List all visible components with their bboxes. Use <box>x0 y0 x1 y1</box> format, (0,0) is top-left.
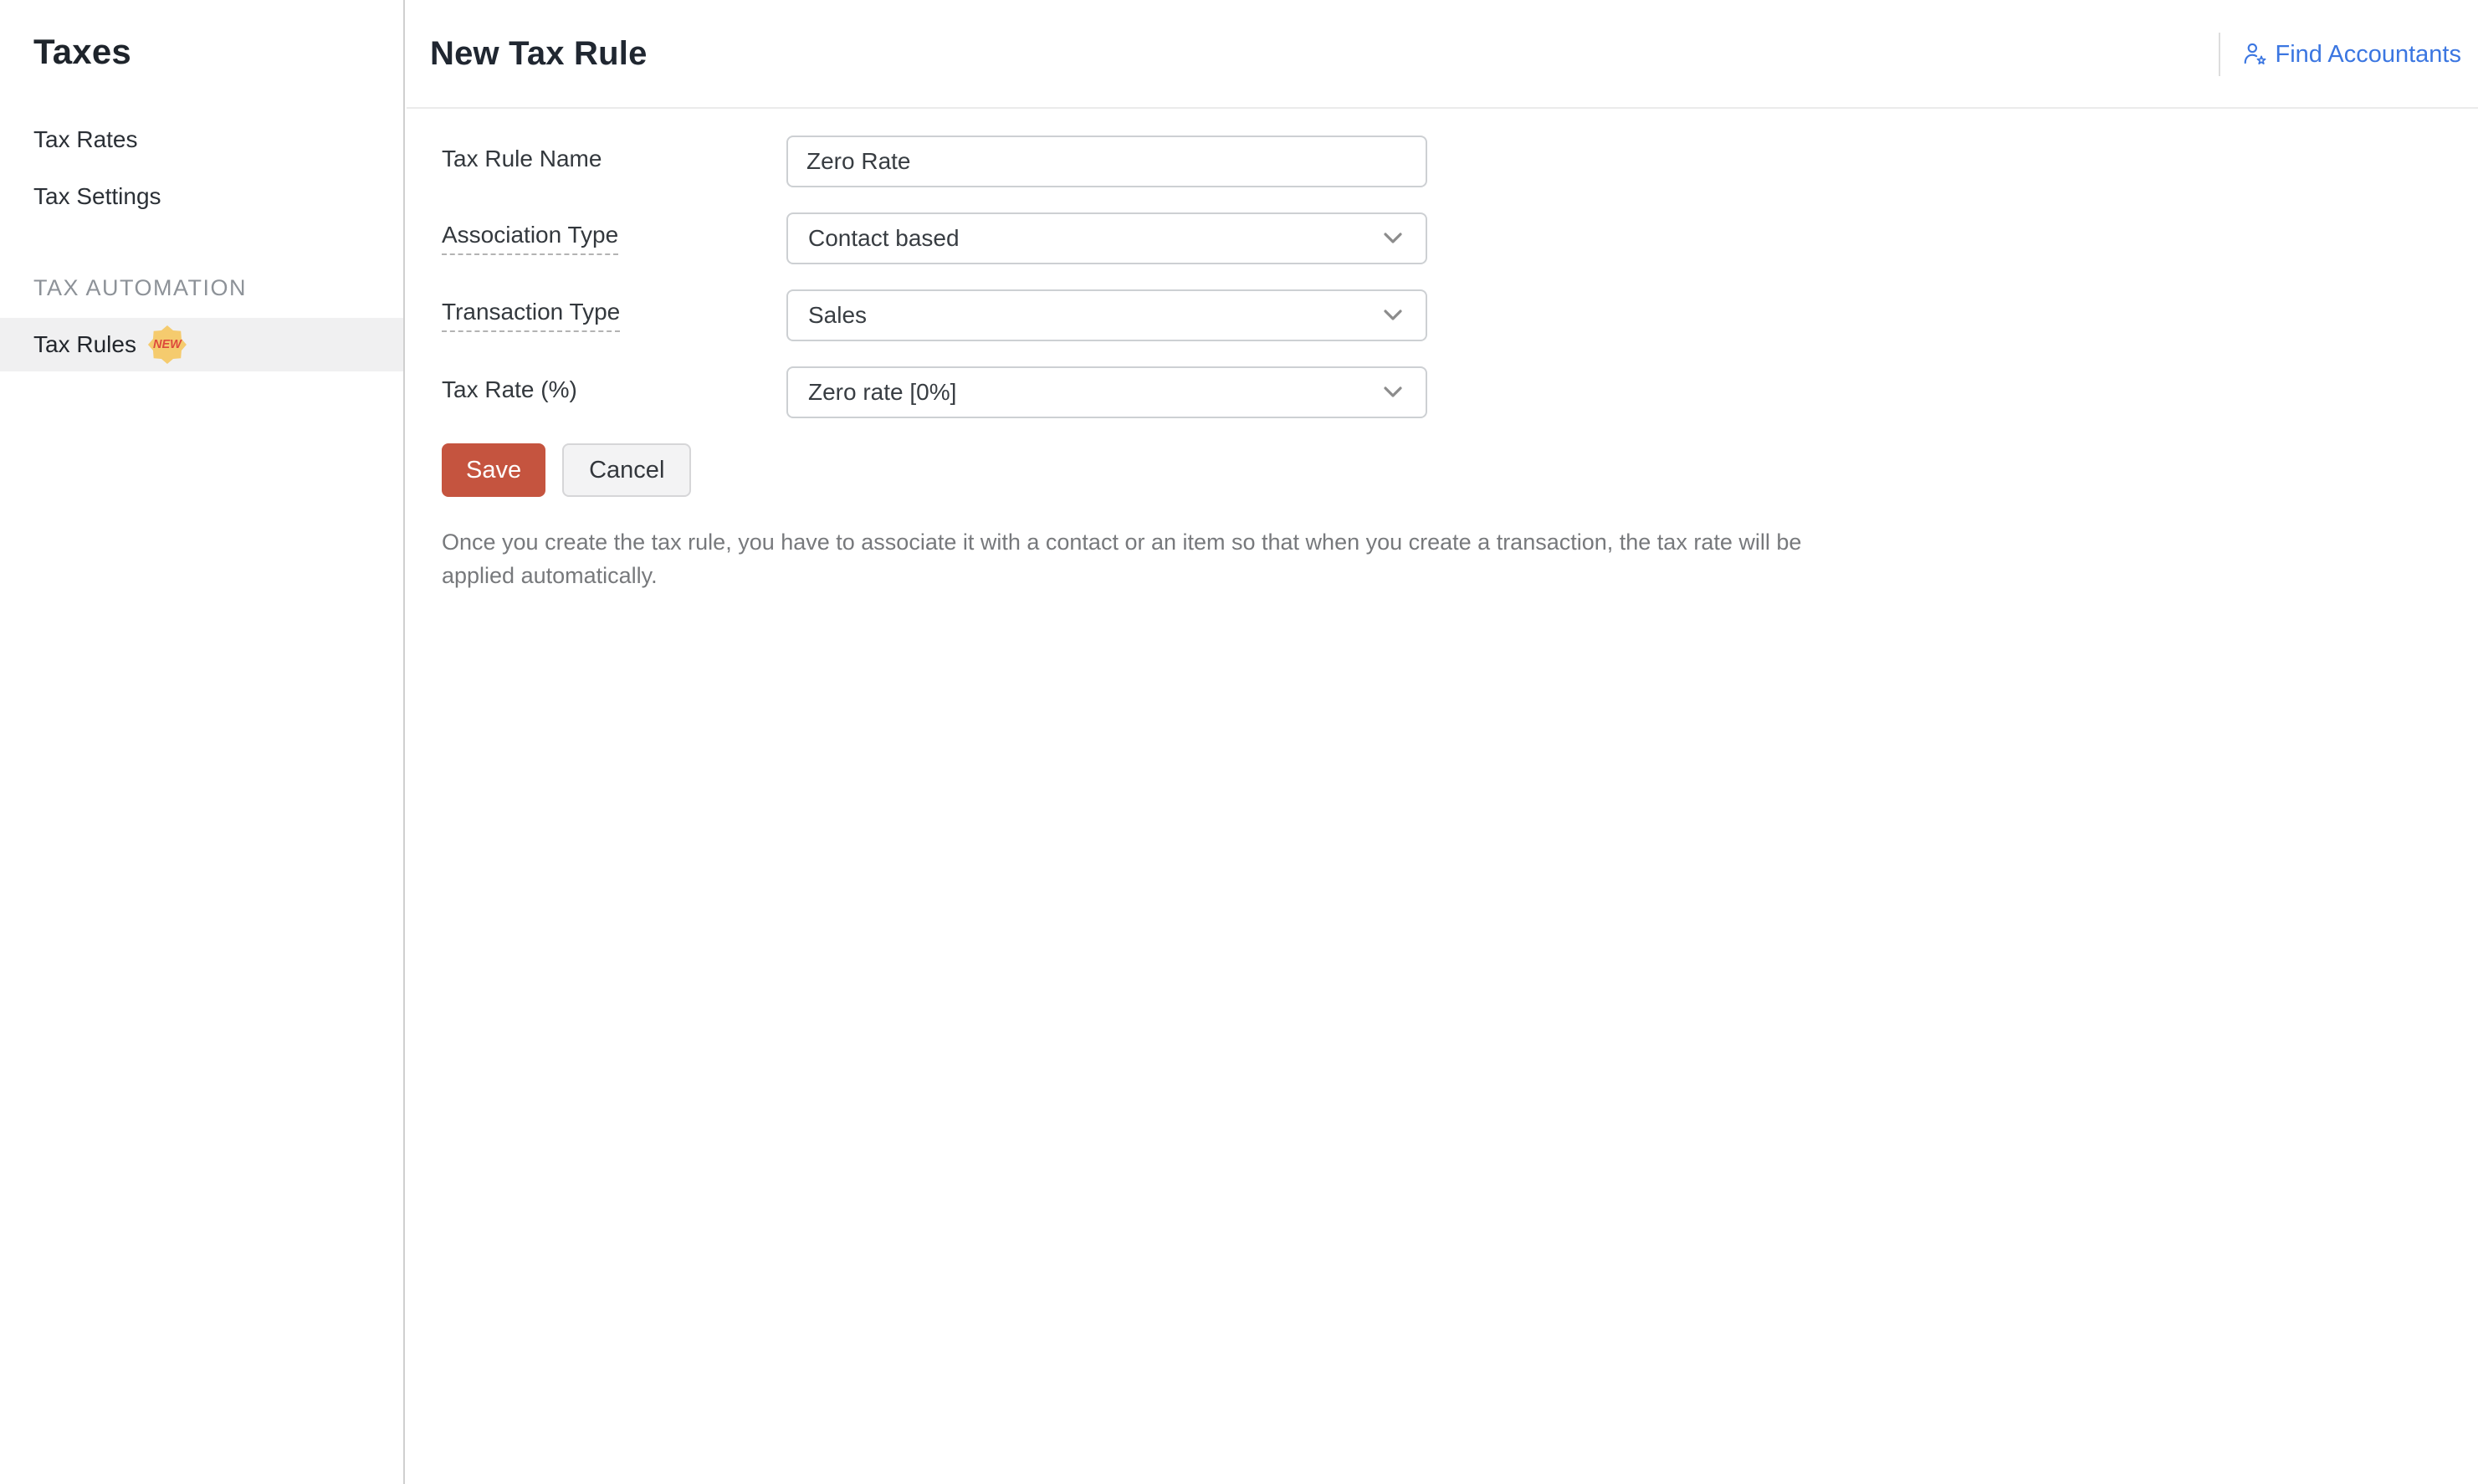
sidebar-item-tax-rates[interactable]: Tax Rates <box>0 111 403 168</box>
form-row-transaction-type: Transaction Type Sales <box>442 289 2478 341</box>
page-header: New Tax Rule Find Accountants <box>407 0 2478 109</box>
find-accountants-label: Find Accountants <box>2276 41 2461 69</box>
sidebar-item-label: Tax Rules <box>33 331 136 358</box>
taxes-sidebar: Taxes Tax Rates Tax Settings TAX AUTOMAT… <box>0 0 405 1484</box>
sidebar-item-tax-rules[interactable]: Tax Rules NEW <box>0 318 403 371</box>
new-tax-rule-form: Tax Rule Name Association Type Contact b… <box>407 109 2478 592</box>
chevron-down-icon <box>1384 310 1402 321</box>
header-divider <box>2219 33 2220 76</box>
association-type-select[interactable]: Contact based <box>786 212 1427 264</box>
label-col: Association Type <box>442 222 786 255</box>
sidebar-item-tax-settings[interactable]: Tax Settings <box>0 168 403 225</box>
chevron-down-icon <box>1384 386 1402 398</box>
form-row-association-type: Association Type Contact based <box>442 212 2478 264</box>
new-badge: NEW <box>148 325 187 364</box>
page-title: New Tax Rule <box>407 35 648 73</box>
find-accountants-icon <box>2242 42 2267 67</box>
tax-rate-label: Tax Rate (%) <box>442 376 577 408</box>
form-buttons: Save Cancel <box>442 443 2478 497</box>
form-row-tax-rate: Tax Rate (%) Zero rate [0%] <box>442 366 2478 418</box>
chevron-down-icon <box>1384 233 1402 244</box>
transaction-type-value: Sales <box>808 302 867 329</box>
tax-rule-name-label: Tax Rule Name <box>442 146 602 177</box>
tax-rate-value: Zero rate [0%] <box>808 379 956 406</box>
transaction-type-select[interactable]: Sales <box>786 289 1427 341</box>
form-help-text: Once you create the tax rule, you have t… <box>442 525 1830 592</box>
find-accountants-link[interactable]: Find Accountants <box>2242 41 2461 69</box>
form-row-tax-rule-name: Tax Rule Name <box>442 136 2478 187</box>
header-right: Find Accountants <box>2219 0 2461 109</box>
label-col: Transaction Type <box>442 299 786 332</box>
association-type-value: Contact based <box>808 225 960 252</box>
sidebar-nav: Tax Rates Tax Settings TAX AUTOMATION Ta… <box>0 111 403 371</box>
association-type-label: Association Type <box>442 222 618 255</box>
cancel-button[interactable]: Cancel <box>562 443 691 497</box>
transaction-type-label: Transaction Type <box>442 299 620 332</box>
label-col: Tax Rule Name <box>442 146 786 177</box>
sidebar-section-tax-automation: TAX AUTOMATION <box>0 277 403 299</box>
save-button[interactable]: Save <box>442 443 545 497</box>
main-panel: New Tax Rule Find Accountants Tax Rule N… <box>407 0 2478 592</box>
sidebar-title: Taxes <box>0 0 403 72</box>
label-col: Tax Rate (%) <box>442 376 786 408</box>
tax-rule-name-input[interactable] <box>786 136 1427 187</box>
tax-rate-select[interactable]: Zero rate [0%] <box>786 366 1427 418</box>
